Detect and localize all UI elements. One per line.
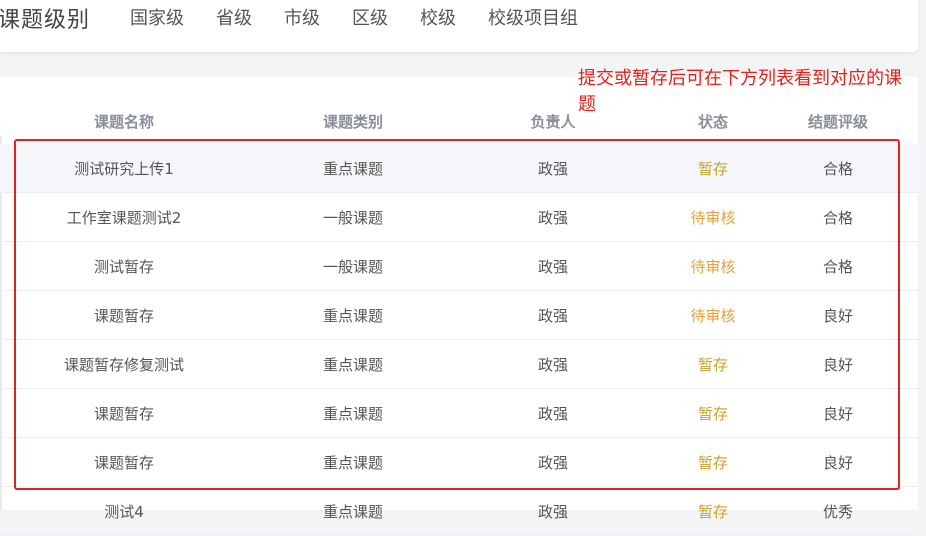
cell-owner: 政强	[537, 405, 569, 423]
column-header-owner: 负责人	[530, 113, 576, 131]
cell-owner: 政强	[537, 454, 569, 472]
cell-status: 待审核	[690, 258, 736, 276]
cell-status: 暂存	[697, 356, 729, 374]
cell-topic-category: 重点课题	[322, 503, 384, 521]
table-row[interactable]: 测试暂存 一般课题 政强 待审核 合格	[0, 242, 918, 291]
cell-rating: 合格	[822, 160, 854, 178]
level-options: 国家级 省级 市级 区级 校级 校级项目组	[130, 4, 610, 30]
cell-status: 暂存	[697, 160, 729, 178]
level-option-city[interactable]: 市级	[284, 4, 320, 30]
level-option-school[interactable]: 校级	[420, 4, 456, 30]
level-option-national[interactable]: 国家级	[130, 4, 184, 30]
level-filter-bar: 课题级别 国家级 省级 市级 区级 校级 校级项目组	[0, 0, 918, 52]
cell-topic-category: 一般课题	[322, 258, 384, 276]
table-row[interactable]: 测试4 重点课题 政强 暂存 优秀	[0, 487, 918, 536]
cell-status: 待审核	[690, 209, 736, 227]
cell-topic-category: 重点课题	[322, 405, 384, 423]
cell-topic-name: 测试研究上传1	[74, 160, 174, 178]
cell-owner: 政强	[537, 160, 569, 178]
cell-topic-name: 课题暂存	[93, 307, 155, 325]
level-option-province[interactable]: 省级	[216, 4, 252, 30]
table-row[interactable]: 课题暂存 重点课题 政强 待审核 良好	[0, 291, 918, 340]
cell-topic-name: 测试4	[104, 503, 144, 521]
level-option-school-project-group[interactable]: 校级项目组	[488, 4, 578, 30]
cell-topic-category: 重点课题	[322, 307, 384, 325]
cell-status: 暂存	[697, 454, 729, 472]
level-option-district[interactable]: 区级	[352, 4, 388, 30]
cell-topic-name: 课题暂存	[93, 454, 155, 472]
cell-rating: 良好	[822, 356, 854, 374]
cell-topic-name: 课题暂存修复测试	[63, 356, 185, 374]
table-row[interactable]: 课题暂存 重点课题 政强 暂存 良好	[0, 389, 918, 438]
cell-topic-category: 重点课题	[322, 160, 384, 178]
table-body: 测试研究上传1 重点课题 政强 暂存 合格 工作室课题测试2 一般课题 政强 待审核 合格 测试暂存…	[0, 144, 918, 536]
cell-owner: 政强	[537, 356, 569, 374]
cell-topic-name: 测试暂存	[93, 258, 155, 276]
column-header-category: 课题类别	[322, 113, 384, 131]
cell-topic-category: 重点课题	[322, 356, 384, 374]
level-filter-title: 课题级别	[0, 8, 91, 33]
cell-rating: 优秀	[822, 503, 854, 521]
column-header-rating: 结题评级	[807, 113, 869, 131]
cell-rating: 良好	[822, 307, 854, 325]
cell-topic-category: 重点课题	[322, 454, 384, 472]
cell-status: 暂存	[697, 503, 729, 521]
column-header-name: 课题名称	[93, 113, 155, 131]
cell-status: 待审核	[690, 307, 736, 325]
cell-rating: 合格	[822, 209, 854, 227]
cell-owner: 政强	[537, 503, 569, 521]
column-header-status: 状态	[697, 113, 729, 131]
cell-topic-name: 工作室课题测试2	[66, 209, 182, 227]
cell-rating: 合格	[822, 258, 854, 276]
table-row[interactable]: 工作室课题测试2 一般课题 政强 待审核 合格	[0, 193, 918, 242]
cell-topic-category: 一般课题	[322, 209, 384, 227]
table-header: 课题名称 课题类别 负责人 状态 结题评级	[0, 107, 918, 135]
table-row[interactable]: 课题暂存修复测试 重点课题 政强 暂存 良好	[0, 340, 918, 389]
cell-owner: 政强	[537, 209, 569, 227]
cell-rating: 良好	[822, 405, 854, 423]
cell-owner: 政强	[537, 307, 569, 325]
table-row[interactable]: 测试研究上传1 重点课题 政强 暂存 合格	[0, 144, 918, 193]
cell-rating: 良好	[822, 454, 854, 472]
table-row[interactable]: 课题暂存 重点课题 政强 暂存 良好	[0, 438, 918, 487]
cell-topic-name: 课题暂存	[93, 405, 155, 423]
cell-status: 暂存	[697, 405, 729, 423]
cell-owner: 政强	[537, 258, 569, 276]
